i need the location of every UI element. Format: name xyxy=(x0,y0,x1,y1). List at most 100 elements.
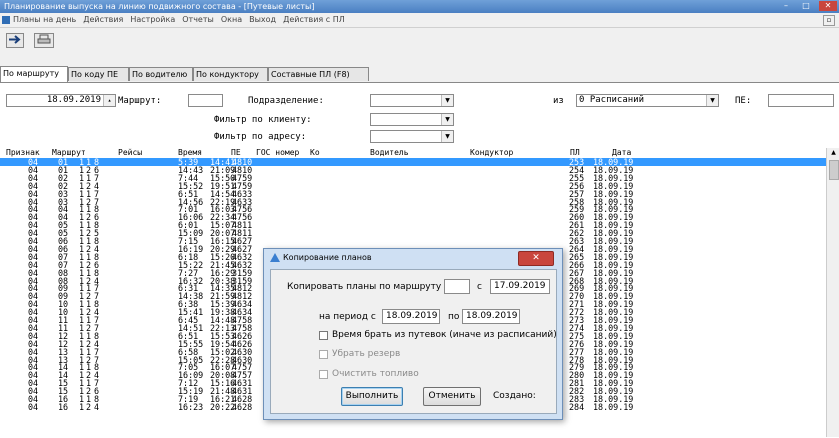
minimize-button[interactable]: – xyxy=(777,1,795,11)
spin-icon[interactable]: ▴ xyxy=(103,95,115,106)
table-cell: 2 xyxy=(86,401,92,412)
cancel-button[interactable]: Отменить xyxy=(423,387,481,406)
dialog-titlebar: Копирование планов ✕ xyxy=(264,249,562,267)
pe-input[interactable] xyxy=(768,94,834,107)
arrow-right-glyph xyxy=(9,35,21,44)
menu-exit[interactable]: Выход xyxy=(249,13,276,27)
copy-route-input[interactable] xyxy=(444,279,470,294)
col-route[interactable]: Маршрут xyxy=(52,148,86,158)
maximize-button[interactable]: □ xyxy=(797,1,815,11)
menu-windows[interactable]: Окна xyxy=(221,13,242,27)
col-conductor[interactable]: Кондуктор xyxy=(470,148,513,158)
source-date-input[interactable]: 17.09.2019 xyxy=(490,279,550,294)
grid-scrollbar[interactable]: ▲ xyxy=(826,148,839,437)
table-cell: 16 xyxy=(58,401,69,412)
tab-by-conductor[interactable]: По кондуктору xyxy=(193,67,268,81)
table-row[interactable]: 04 03 1 1 7 6:51 14:54 4633 257 18.09.19 xyxy=(0,189,826,197)
route-input[interactable] xyxy=(188,94,223,107)
chevron-down-icon[interactable]: ▼ xyxy=(441,95,453,106)
col-priznak[interactable]: Признак xyxy=(6,148,40,158)
chevron-down-icon[interactable]: ▼ xyxy=(441,131,453,142)
table-row[interactable]: 04 02 1 1 7 7:44 15:50 4759 255 18.09.19 xyxy=(0,174,826,182)
pe-label: ПЕ: xyxy=(735,96,752,106)
division-select[interactable]: ▼ xyxy=(370,94,454,107)
address-filter-label: Фильтр по адресу: xyxy=(214,132,307,142)
remove-reserve-checkbox[interactable] xyxy=(319,350,328,359)
chevron-down-icon[interactable]: ▼ xyxy=(706,95,718,106)
clear-fuel-checkbox[interactable] xyxy=(319,370,328,379)
grid-header: Признак Маршрут Рейсы Время ПЕ ГОС номер… xyxy=(0,148,826,158)
from-date-label: с xyxy=(477,282,482,292)
time-from-waybills-checkbox[interactable] xyxy=(319,331,328,340)
menu-settings[interactable]: Настройка xyxy=(130,13,175,27)
table-cell: 18.09.19 xyxy=(593,401,634,412)
copy-plans-dialog: Копирование планов ✕ Копировать планы по… xyxy=(263,248,563,420)
period-to-label: по xyxy=(448,312,460,322)
period-to-input[interactable]: 18.09.2019 xyxy=(462,309,520,324)
schedule-select[interactable]: 0 Расписаний ▼ xyxy=(576,94,719,107)
route-label: Маршрут: xyxy=(118,96,162,106)
col-date[interactable]: Дата xyxy=(612,148,631,158)
tab-by-driver[interactable]: По водителю xyxy=(129,67,193,81)
remove-reserve-label: Убрать резерв xyxy=(332,349,401,359)
menu-plans-day[interactable]: Планы на день xyxy=(13,13,76,27)
tab-by-route[interactable]: По маршруту xyxy=(0,66,68,82)
menu-reports[interactable]: Отчеты xyxy=(182,13,214,27)
window-title: Планирование выпуска на линию подвижного… xyxy=(4,2,315,11)
table-cell: 4628 xyxy=(232,401,253,412)
window-titlebar: Планирование выпуска на линию подвижного… xyxy=(0,0,839,13)
table-cell: 16:23 xyxy=(178,401,204,412)
date-value: 18.09.2019 xyxy=(46,95,101,105)
table-cell: 4 xyxy=(94,401,100,412)
print-icon[interactable] xyxy=(34,33,54,48)
tab-by-pe-code[interactable]: По коду ПЕ xyxy=(68,67,129,81)
arrow-right-icon[interactable] xyxy=(6,33,24,48)
table-row[interactable]: 04 03 1 2 7 14:56 22:19 4633 258 18.09.19 xyxy=(0,197,826,205)
created-label: Создано: xyxy=(493,391,536,401)
menu-pl-actions[interactable]: Действия с ПЛ xyxy=(283,13,345,27)
run-button[interactable]: Выполнить xyxy=(341,387,403,406)
time-from-waybills-label: Время брать из путевок (иначе из расписа… xyxy=(332,330,557,340)
table-row[interactable]: 04 04 1 1 8 7:01 16:03 4756 259 18.09.19 xyxy=(0,205,826,213)
period-from-input[interactable]: 18.09.2019 xyxy=(382,309,440,324)
copy-route-label: Копировать планы по маршруту xyxy=(287,282,442,292)
col-pe[interactable]: ПЕ xyxy=(231,148,241,158)
table-row[interactable]: 04 05 1 1 8 6:01 15:07 4811 261 18.09.19 xyxy=(0,221,826,229)
period-from-label: на период с xyxy=(319,312,376,322)
col-pl[interactable]: ПЛ xyxy=(570,148,580,158)
client-filter-label: Фильтр по клиенту: xyxy=(214,115,312,125)
of-label: из xyxy=(553,96,564,106)
table-row[interactable]: 04 01 1 1 8 5:39 14:41 4810 253 18.09.19 xyxy=(0,158,826,166)
close-window-button[interactable]: ✕ xyxy=(819,1,837,11)
col-time[interactable]: Время xyxy=(178,148,202,158)
menu-bar: Планы на день Действия Настройка Отчеты … xyxy=(0,13,839,28)
address-filter-select[interactable]: ▼ xyxy=(370,130,454,143)
close-icon[interactable]: ✕ xyxy=(518,251,554,266)
dialog-title: Копирование планов xyxy=(283,253,372,262)
menu-actions[interactable]: Действия xyxy=(83,13,123,27)
table-row[interactable]: 04 06 1 1 8 7:15 16:15 4627 263 18.09.19 xyxy=(0,237,826,245)
chevron-down-icon[interactable]: ▼ xyxy=(441,114,453,125)
mdi-restore-icon[interactable]: ▫ xyxy=(823,15,835,26)
table-row[interactable]: 04 01 1 2 6 14:43 21:09 4810 254 18.09.19 xyxy=(0,166,826,174)
table-cell: 284 xyxy=(569,401,585,412)
table-row[interactable]: 04 04 1 2 6 16:06 22:34 4756 260 18.09.19 xyxy=(0,213,826,221)
clear-fuel-label: Очистить топливо xyxy=(332,369,419,379)
dialog-body: Копировать планы по маршруту с 17.09.201… xyxy=(270,269,557,414)
col-driver[interactable]: Водитель xyxy=(370,148,409,158)
tab-composite-pl[interactable]: Составные ПЛ (F8) xyxy=(268,67,369,81)
client-filter-select[interactable]: ▼ xyxy=(370,113,454,126)
col-ko[interactable]: Ко xyxy=(310,148,320,158)
scroll-thumb[interactable] xyxy=(829,160,839,180)
col-trips[interactable]: Рейсы xyxy=(118,148,142,158)
table-row[interactable]: 04 05 1 2 5 15:09 20:07 4811 262 18.09.19 xyxy=(0,229,826,237)
date-picker[interactable]: 18.09.2019 ▴ xyxy=(6,94,116,107)
table-row[interactable]: 04 02 1 2 4 15:52 19:51 4759 256 18.09.19 xyxy=(0,181,826,189)
division-label: Подразделение: xyxy=(248,96,324,106)
app-icon xyxy=(2,16,10,24)
scroll-up-icon[interactable]: ▲ xyxy=(827,148,839,158)
app-triangle-icon xyxy=(270,253,280,262)
print-glyph xyxy=(37,34,51,44)
table-cell: 1 xyxy=(79,401,85,412)
col-gos[interactable]: ГОС номер xyxy=(256,148,299,158)
